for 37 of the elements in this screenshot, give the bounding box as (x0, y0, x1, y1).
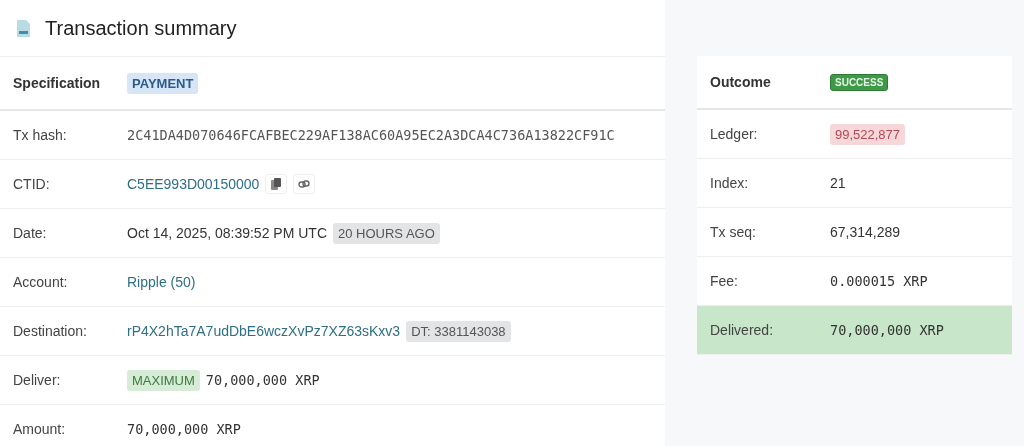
status-tag: 99,522,877 (830, 123, 906, 145)
field-label: Account: (12, 274, 69, 290)
copy-icon (271, 178, 282, 190)
field-label: Specification (12, 75, 102, 91)
field-label: Tx seq: (709, 224, 757, 240)
value-link[interactable]: Ripple (50) (127, 274, 196, 290)
field-label: Fee: (709, 273, 739, 289)
value-link[interactable]: C5EE993D00150000 (127, 176, 260, 192)
amount-value: 0.000015 XRP (830, 273, 928, 289)
field-label: Delivered: (709, 322, 775, 338)
field-label: Destination: (12, 323, 88, 339)
status-tag: PAYMENT (127, 72, 199, 94)
status-tag: MAXIMUM (127, 369, 200, 391)
field-value: 21 (830, 175, 846, 191)
field-label: Amount: (12, 421, 67, 437)
field-label: Index: (709, 175, 750, 191)
field-value: Oct 14, 2025, 08:39:52 PM UTC (127, 225, 327, 241)
field-label: Ledger: (709, 126, 759, 142)
amount-value: 70,000,000 XRP (127, 421, 241, 437)
status-tag: 20 HOURS AGO (333, 222, 440, 244)
document-icon (16, 18, 31, 38)
card-title: Transaction summary (45, 16, 237, 40)
status-tag: DT: 3381143038 (406, 320, 511, 342)
field-value: 67,314,289 (830, 224, 901, 240)
field-label: Outcome (709, 74, 772, 90)
field-label: CTID: (12, 176, 51, 192)
copy-button[interactable] (265, 174, 288, 194)
chain-link-icon (298, 180, 311, 188)
value-link[interactable]: rP4X2hTa7A7udDbE6wczXvPz7XZ63sKxv3 (127, 323, 401, 339)
status-tag: SUCCESS (830, 73, 889, 91)
field-label: Tx hash: (12, 127, 68, 143)
field-label: Date: (12, 225, 48, 241)
hash-value: 2C41DA4D070646FCAFBEC229AF138AC60A95EC2A3DCA4C736A13822CF91C (127, 127, 615, 143)
amount-value: 70,000,000 XRP (830, 322, 944, 338)
link-button[interactable] (293, 174, 316, 194)
amount-value: 70,000,000 XRP (205, 372, 320, 388)
field-label: Deliver: (12, 372, 62, 388)
